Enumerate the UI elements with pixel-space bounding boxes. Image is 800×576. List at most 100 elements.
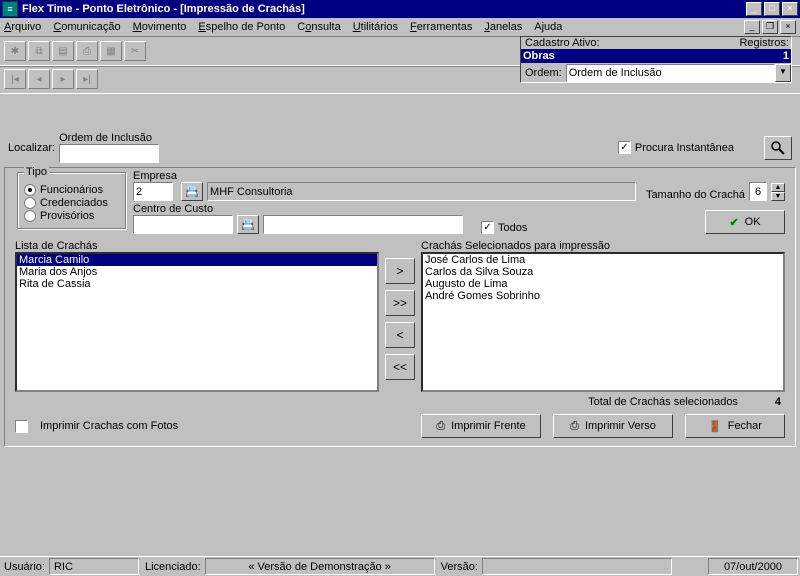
search-icon [770, 140, 786, 156]
tamanho-spinner[interactable]: ▲▼ [771, 183, 785, 201]
menubar: Arquivo Comunicação Movimento Espelho de… [0, 18, 800, 36]
tipo-option-0[interactable]: Funcionários [24, 184, 120, 196]
ok-label: OK [745, 216, 761, 228]
maximize-button[interactable]: □ [764, 2, 780, 16]
menu-movimento[interactable]: Movimento [133, 21, 187, 33]
tamanho-label: Tamanho do Crachá [646, 189, 745, 201]
toolbar-copy-icon[interactable]: ⧉ [28, 41, 50, 61]
toolbar-next-icon[interactable]: ▸ [52, 69, 74, 89]
folder-icon: 📇 [241, 218, 255, 231]
status-date: 07/out/2000 [708, 558, 798, 575]
list-item[interactable]: Marcia Camilo [17, 254, 377, 266]
minimize-button[interactable]: _ [746, 2, 762, 16]
menu-ferramentas[interactable]: Ferramentas [410, 21, 472, 33]
empresa-label: Empresa [133, 170, 177, 182]
tipo-option-label: Credenciados [40, 197, 108, 209]
menu-janelas[interactable]: Janelas [484, 21, 522, 33]
active-register-box: Cadastro Ativo: Registros: Obras 1 Ordem… [520, 36, 792, 83]
todos-checkbox[interactable]: ✓ [481, 221, 494, 234]
list-item[interactable]: Maria dos Anjos [17, 266, 377, 278]
empresa-code-input[interactable] [133, 182, 173, 201]
spin-up-icon[interactable]: ▲ [771, 183, 785, 192]
list-item[interactable]: André Gomes Sobrinho [423, 290, 783, 302]
list-item[interactable]: José Carlos de Lima [423, 254, 783, 266]
menu-espelho[interactable]: Espelho de Ponto [198, 21, 285, 33]
toolbar-delete-icon[interactable]: ▦ [100, 41, 122, 61]
ordem-label: Ordem: [521, 67, 566, 79]
toolbar-first-icon[interactable]: |◂ [4, 69, 26, 89]
list-item[interactable]: Rita de Cassia [17, 278, 377, 290]
cadastro-value: Obras [523, 50, 555, 62]
fotos-checkbox[interactable] [15, 420, 28, 433]
radio-icon [24, 210, 36, 222]
radio-icon [24, 197, 36, 209]
radio-icon [24, 184, 36, 196]
centro-code-input[interactable] [133, 215, 233, 234]
app-icon: ≡ [2, 1, 18, 17]
list-item[interactable]: Carlos da Silva Souza [423, 266, 783, 278]
procura-label: Procura Instantânea [635, 142, 734, 154]
mdi-minimize-button[interactable]: _ [744, 20, 760, 34]
mdi-close-button[interactable]: × [780, 20, 796, 34]
tipo-option-2[interactable]: Provisórios [24, 210, 120, 222]
empresa-name [207, 182, 636, 201]
status-demo: « Versão de Demonstração » [205, 558, 435, 575]
printer-icon: ⎙ [570, 420, 579, 433]
toolbar-last-icon[interactable]: ▸| [76, 69, 98, 89]
ordem-combo[interactable] [566, 64, 775, 82]
window-title: Flex Time - Ponto Eletrônico - [Impressã… [22, 3, 305, 15]
folder-icon: 📇 [185, 185, 199, 198]
move-all-right-button[interactable]: >> [385, 290, 415, 316]
printer-icon: ⎙ [436, 420, 445, 433]
left-list[interactable]: Marcia CamiloMaria dos AnjosRita de Cass… [15, 252, 379, 392]
tipo-option-label: Funcionários [40, 184, 103, 196]
tipo-group: Tipo FuncionáriosCredenciadosProvisórios [17, 172, 127, 230]
toolbar-prev-icon[interactable]: ◂ [28, 69, 50, 89]
tamanho-input[interactable] [749, 182, 767, 201]
menu-arquivo[interactable]: Arquivo [4, 21, 41, 33]
close-dialog-button[interactable]: 🚪 Fechar [685, 414, 785, 438]
search-field-label: Ordem de Inclusão [59, 132, 159, 144]
spin-down-icon[interactable]: ▼ [771, 192, 785, 201]
empresa-lookup-button[interactable]: 📇 [181, 182, 203, 201]
menu-ajuda[interactable]: Ajuda [534, 21, 562, 33]
centro-lookup-button[interactable]: 📇 [237, 215, 259, 234]
ok-button[interactable]: ✔ OK [705, 210, 785, 234]
move-left-button[interactable]: < [385, 322, 415, 348]
statusbar: Usuário: RIC Licenciado: « Versão de Dem… [0, 556, 800, 576]
status-versao [482, 558, 672, 575]
centro-label: Centro de Custo [133, 203, 233, 215]
check-icon: ✔ [729, 216, 738, 229]
centro-name-input[interactable] [263, 215, 463, 234]
total-label: Total de Crachás selecionados [588, 396, 738, 408]
toolbar-cut-icon[interactable]: ✂ [124, 41, 146, 61]
menu-comunicacao[interactable]: Comunicação [53, 21, 120, 33]
mdi-restore-button[interactable]: ❐ [762, 20, 778, 34]
print-front-button[interactable]: ⎙ Imprimir Frente [421, 414, 541, 438]
right-list-label: Crachás Selecionados para impressão [421, 240, 785, 252]
right-list[interactable]: José Carlos de LimaCarlos da Silva Souza… [421, 252, 785, 392]
toolbar-print-icon[interactable]: ⎙ [76, 41, 98, 61]
toolbar-new-icon[interactable]: ✱ [4, 41, 26, 61]
tipo-option-1[interactable]: Credenciados [24, 197, 120, 209]
close-button[interactable]: × [782, 2, 798, 16]
procura-checkbox[interactable]: ✓ [618, 141, 631, 154]
window-titlebar: ≡ Flex Time - Ponto Eletrônico - [Impres… [0, 0, 800, 18]
print-back-button[interactable]: ⎙ Imprimir Verso [553, 414, 673, 438]
search-button[interactable] [764, 136, 792, 160]
menu-consulta[interactable]: Consulta [297, 21, 340, 33]
ordem-dropdown-icon[interactable]: ▼ [775, 64, 791, 82]
list-item[interactable]: Augusto de Lima [423, 278, 783, 290]
toolbar-save-icon[interactable]: ▤ [52, 41, 74, 61]
menu-utilitarios[interactable]: Utilitários [353, 21, 398, 33]
door-icon: 🚪 [708, 420, 722, 433]
move-all-left-button[interactable]: << [385, 354, 415, 380]
search-input[interactable] [59, 144, 159, 163]
status-usuario: RIC [49, 558, 139, 575]
localizar-label: Localizar: [8, 142, 55, 154]
print-front-label: Imprimir Frente [451, 420, 526, 432]
status-versao-label: Versão: [437, 561, 482, 573]
tipo-caption: Tipo [24, 166, 49, 178]
print-back-label: Imprimir Verso [585, 420, 656, 432]
move-right-button[interactable]: > [385, 258, 415, 284]
